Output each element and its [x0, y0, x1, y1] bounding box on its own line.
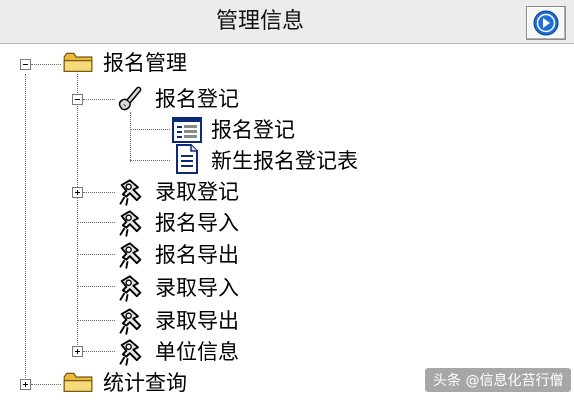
tree-node-label: 报名登记 [211, 118, 295, 142]
tree-node-label: 录取导入 [155, 276, 239, 300]
tree-node-label: 报名登记 [155, 87, 239, 111]
folder-open-icon [63, 52, 93, 73]
collapse-toggle[interactable] [20, 59, 31, 70]
key-icon [119, 308, 142, 335]
tree-node-label: 新生报名登记表 [211, 149, 358, 173]
tree-node-label: 报名导出 [155, 243, 239, 267]
key-icon [119, 339, 142, 366]
tree-node-label: 录取登记 [155, 180, 239, 204]
tree-node-label: 报名管理 [103, 51, 187, 75]
nav-forward-button[interactable] [526, 6, 566, 40]
scroll-icon [118, 86, 142, 111]
tree-node-label: 统计查询 [103, 371, 187, 395]
tree-node-label: 单位信息 [155, 340, 239, 364]
form-icon [172, 117, 202, 143]
key-icon [119, 179, 142, 206]
forward-arrow-icon [533, 10, 559, 36]
page-title: 管理信息 [215, 9, 304, 34]
key-icon [119, 242, 142, 269]
document-icon [176, 144, 198, 174]
tree-node-label: 录取导出 [155, 309, 239, 333]
collapse-toggle[interactable] [72, 94, 83, 105]
key-icon [119, 275, 142, 302]
tree-view: 报名管理 报名登记 报名登记 新生报名登记表 录取登记 报名导入 报名导出 录取… [0, 44, 574, 400]
key-icon [119, 210, 142, 237]
watermark: 头条 @信息化苔行僧 [425, 368, 572, 392]
expand-toggle[interactable] [72, 187, 83, 198]
tree-node-label: 报名导入 [155, 211, 239, 235]
expand-toggle[interactable] [20, 379, 31, 390]
folder-icon [63, 372, 93, 392]
header-bar: 管理信息 [0, 0, 574, 44]
tree-window: 管理信息 报名管理 报名登记 报名登记 新生报名登记表 录取登记 报名导入 报名… [0, 0, 574, 400]
expand-toggle[interactable] [72, 346, 83, 357]
